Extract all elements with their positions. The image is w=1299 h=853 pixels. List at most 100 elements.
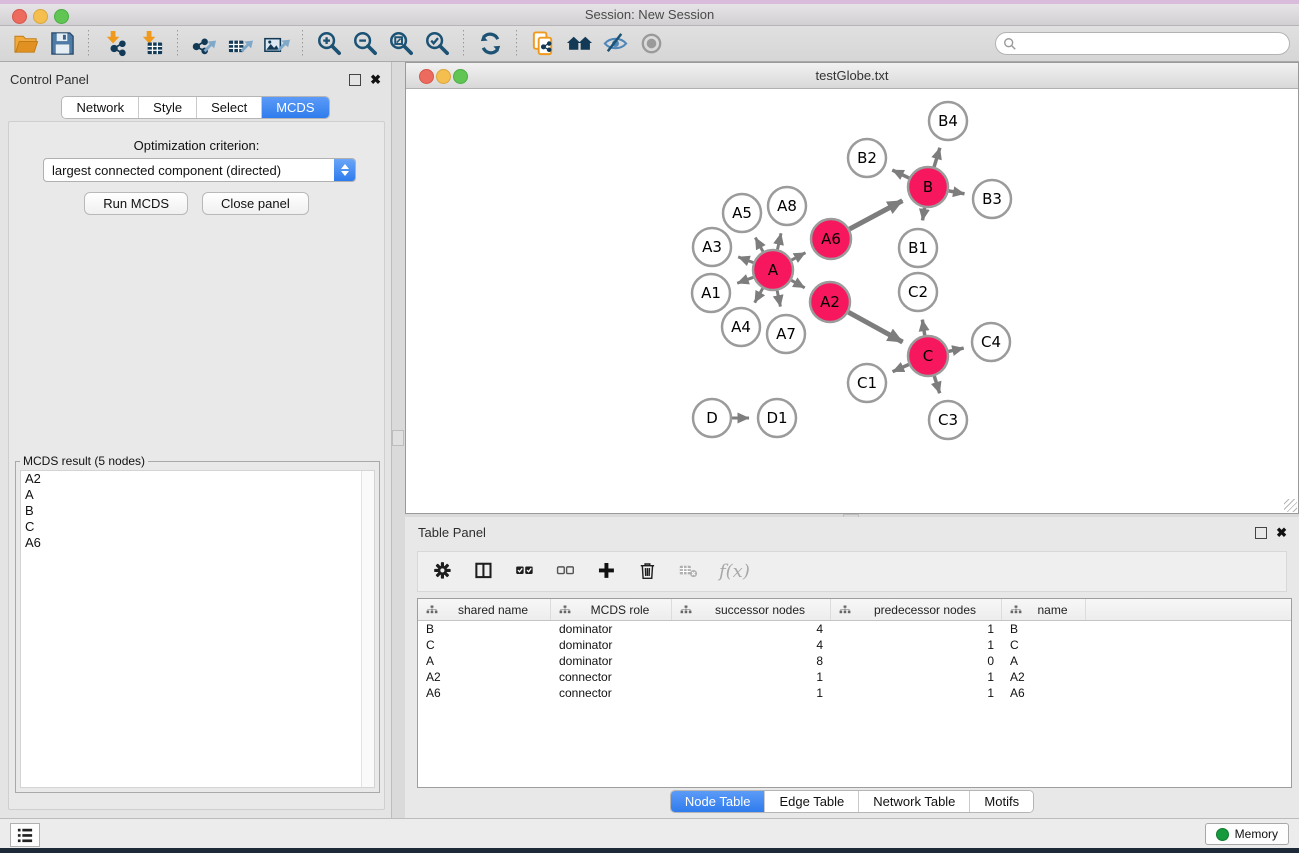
control-panel: Control Panel ✖ NetworkStyleSelectMCDS O… [0, 62, 392, 818]
status-bar: Memory [0, 818, 1299, 849]
tab-network-table[interactable]: Network Table [858, 791, 969, 812]
settings-button[interactable] [430, 556, 458, 588]
mcds-result-list[interactable]: A2ABCA6 [20, 470, 375, 788]
network-window-titlebar[interactable]: testGlobe.txt [406, 63, 1298, 89]
export-table-button[interactable] [222, 28, 258, 60]
tab-style[interactable]: Style [138, 97, 196, 118]
edge-A-A4[interactable] [755, 288, 763, 302]
column-header-successor-nodes[interactable]: successor nodes [672, 599, 831, 620]
close-table-panel-icon[interactable]: ✖ [1276, 528, 1287, 538]
select-stepper-icon [334, 159, 355, 181]
column-type-icon [559, 605, 571, 614]
edge-A-A3[interactable] [738, 257, 753, 263]
edge-A-A8[interactable] [777, 233, 781, 249]
edge-A-A6[interactable] [792, 253, 806, 260]
zoom-selected-button[interactable] [419, 28, 455, 60]
save-session-button[interactable] [44, 28, 80, 60]
tab-select[interactable]: Select [196, 97, 261, 118]
mcds-result-item[interactable]: B [21, 503, 374, 519]
table-cell: dominator [551, 622, 672, 636]
refresh-button[interactable] [472, 28, 508, 60]
import-table-button[interactable] [133, 28, 169, 60]
column-view-button[interactable] [471, 556, 499, 588]
node-label-A7: A7 [776, 325, 796, 343]
table-cell: A [418, 654, 551, 668]
edge-A-A2[interactable] [791, 280, 804, 288]
task-history-button[interactable] [10, 823, 40, 847]
export-image-button[interactable] [258, 28, 294, 60]
node-label-A4: A4 [731, 318, 751, 336]
edge-C-C1[interactable] [893, 364, 909, 371]
tab-node-table[interactable]: Node Table [671, 791, 765, 812]
mcds-list-scrollbar[interactable] [361, 471, 374, 787]
export-network-button[interactable] [186, 28, 222, 60]
search-box[interactable] [995, 32, 1290, 55]
table-cell: 1 [672, 670, 831, 684]
network-graph[interactable]: B4B2BB3A8A5A6A3B1AC2A1A2A4A7C4CC1DD1C3 [406, 89, 1298, 513]
node-label-A3: A3 [702, 238, 722, 256]
edge-B-B1[interactable] [923, 208, 925, 221]
tab-mcds[interactable]: MCDS [261, 97, 328, 118]
edge-A2-C[interactable] [848, 312, 902, 342]
node-label-C4: C4 [981, 333, 1001, 351]
tab-network[interactable]: Network [62, 97, 138, 118]
add-column-button[interactable] [594, 556, 622, 588]
mcds-result-item[interactable]: A [21, 487, 374, 503]
column-header-predecessor-nodes[interactable]: predecessor nodes [831, 599, 1002, 620]
edge-B-B2[interactable] [892, 170, 909, 178]
mcds-result-item[interactable]: A2 [21, 471, 374, 487]
edge-B-B3[interactable] [949, 191, 965, 194]
tab-motifs[interactable]: Motifs [969, 791, 1033, 812]
column-header-shared-name[interactable]: shared name [418, 599, 551, 620]
edge-A-A7[interactable] [777, 291, 780, 307]
table-row[interactable]: Adominator80A [418, 653, 1291, 669]
window-resize-grip[interactable] [1284, 499, 1297, 512]
table-row[interactable]: A2connector11A2 [418, 669, 1291, 685]
node-label-B3: B3 [982, 190, 1002, 208]
edge-C-C4[interactable] [948, 348, 963, 351]
deselect-all-button[interactable] [553, 556, 581, 588]
hide-selected-button[interactable] [597, 28, 633, 60]
float-table-panel-icon[interactable] [1255, 527, 1267, 539]
table-row[interactable]: A6connector11A6 [418, 685, 1291, 701]
column-header-MCDS-role[interactable]: MCDS role [551, 599, 672, 620]
mcds-result-item[interactable]: C [21, 519, 374, 535]
edge-A-A1[interactable] [737, 277, 753, 283]
node-label-B1: B1 [908, 239, 928, 257]
delete-table-button[interactable] [676, 556, 704, 588]
table-row[interactable]: Bdominator41B [418, 621, 1291, 637]
import-network-button[interactable] [97, 28, 133, 60]
memory-button[interactable]: Memory [1205, 823, 1289, 845]
save-session-icon [49, 30, 76, 57]
edge-C-C2[interactable] [922, 320, 924, 336]
table-row[interactable]: Cdominator41C [418, 637, 1291, 653]
close-panel-button[interactable]: Close panel [202, 192, 309, 215]
run-mcds-button[interactable]: Run MCDS [84, 192, 188, 215]
close-panel-icon[interactable]: ✖ [370, 75, 381, 85]
zoom-in-button[interactable] [311, 28, 347, 60]
zoom-fit-button[interactable] [383, 28, 419, 60]
tab-edge-table[interactable]: Edge Table [764, 791, 858, 812]
edge-A-A5[interactable] [755, 238, 763, 252]
optimization-select[interactable]: largest connected component (directed) [43, 158, 356, 182]
edge-A6-B[interactable] [850, 201, 903, 229]
float-panel-icon[interactable] [349, 74, 361, 86]
show-eye-button[interactable] [633, 28, 669, 60]
vertical-splitter-handle[interactable] [392, 430, 404, 446]
node-label-D: D [706, 409, 718, 427]
select-all-button[interactable] [512, 556, 540, 588]
control-panel-title: Control Panel [10, 72, 89, 87]
column-header-name[interactable]: name [1002, 599, 1086, 620]
edge-B-B4[interactable] [934, 148, 940, 167]
mcds-result-item[interactable]: A6 [21, 535, 374, 551]
clone-network-button[interactable] [525, 28, 561, 60]
zoom-out-button[interactable] [347, 28, 383, 60]
edge-C-C3[interactable] [934, 376, 939, 393]
network-canvas[interactable]: B4B2BB3A8A5A6A3B1AC2A1A2A4A7C4CC1DD1C3 [406, 89, 1298, 513]
delete-column-button[interactable] [635, 556, 663, 588]
search-input[interactable] [1017, 34, 1289, 54]
open-session-button[interactable] [8, 28, 44, 60]
home-button[interactable] [561, 28, 597, 60]
function-builder-icon[interactable]: f(x) [717, 561, 750, 582]
table-cell: A2 [418, 670, 551, 684]
